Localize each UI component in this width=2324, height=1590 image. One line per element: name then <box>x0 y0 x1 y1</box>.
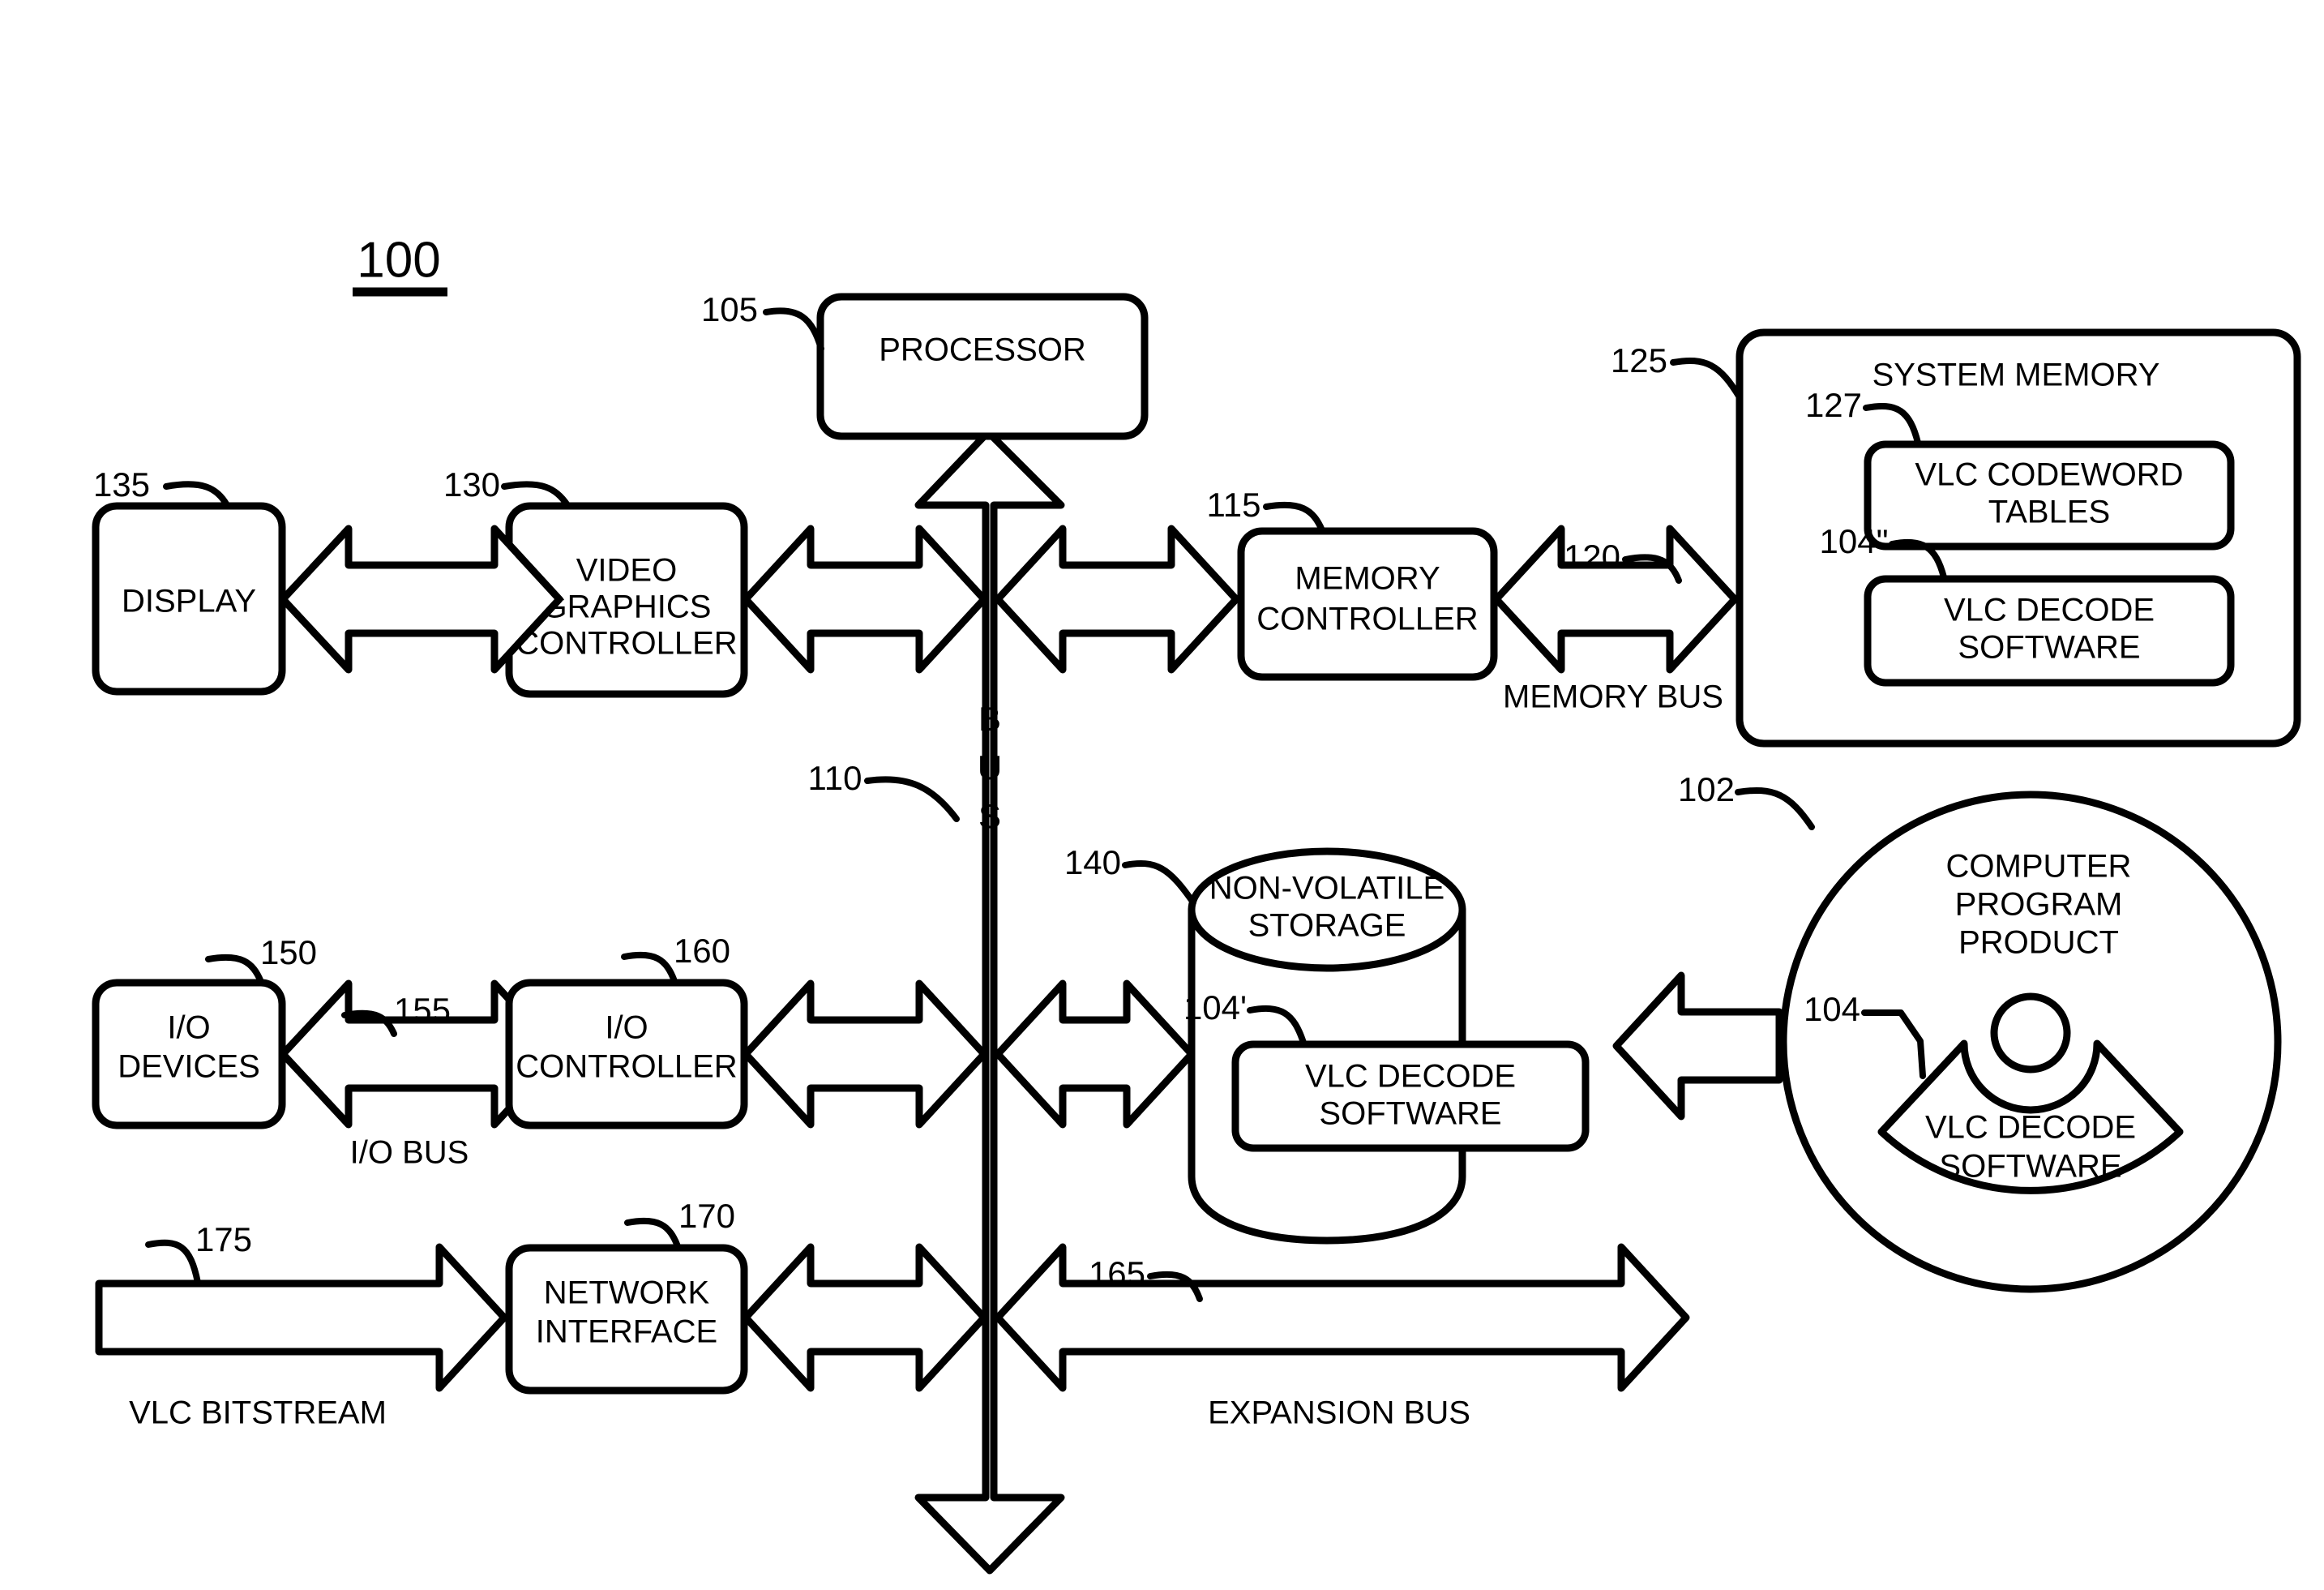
memory-bus-ref: 120 <box>1564 538 1620 576</box>
network-interface-ref: 170 <box>678 1197 735 1235</box>
vlc-decode-sw-disc-line1: VLC DECODE <box>1925 1110 2136 1146</box>
io-devices-label-line1: I/O <box>167 1010 210 1046</box>
io-bus-label: I/O BUS <box>350 1135 469 1171</box>
memory-controller-ref: 115 <box>1207 486 1261 524</box>
io-controller-ref: 160 <box>674 932 730 970</box>
expansion-bus-arrow: 165 EXPANSION BUS <box>994 1243 1690 1431</box>
io-bus-ref: 155 <box>394 991 451 1029</box>
memory-bus-arrow: 120 MEMORY BUS <box>1492 525 1739 715</box>
memory-controller-label-line2: CONTROLLER <box>1256 602 1478 637</box>
cpp-label-line2: PROGRAM <box>1955 887 2123 923</box>
nonvolatile-storage-ref: 140 <box>1064 843 1121 881</box>
expansion-bus-label: EXPANSION BUS <box>1208 1395 1470 1431</box>
system-memory-ref: 125 <box>1611 341 1667 379</box>
disc-hub-hole <box>1990 992 2071 1074</box>
vlc-decode-sw-storage-ref: 104' <box>1183 988 1247 1026</box>
expansion-bus-ref: 165 <box>1089 1254 1145 1292</box>
cpp-label-line1: COMPUTER <box>1946 849 2132 885</box>
cpp-ref: 102 <box>1678 770 1735 808</box>
main-bus-ref: 110 <box>808 759 862 797</box>
io-devices-block: I/O DEVICES 150 <box>92 933 317 1129</box>
vgc-label-line3: CONTROLLER <box>516 626 737 662</box>
vgc-ref: 130 <box>443 465 500 504</box>
display-ref: 135 <box>93 465 150 504</box>
vgc-label-line1: VIDEO <box>576 553 677 589</box>
figure-number: 100 <box>357 232 440 288</box>
nonvolatile-storage-line2: STORAGE <box>1248 908 1406 944</box>
nonvolatile-storage-line1: NON-VOLATILE <box>1209 871 1444 906</box>
memory-controller-label-line1: MEMORY <box>1295 561 1440 597</box>
figure-number-group: 100 <box>353 232 447 297</box>
processor-block: PROCESSOR 105 <box>701 290 1149 440</box>
vlc-codeword-tables-line1: VLC CODEWORD <box>1915 457 2183 493</box>
memory-controller-block: MEMORY CONTROLLER 115 <box>1207 486 1498 681</box>
network-interface-line1: NETWORK <box>544 1275 710 1311</box>
vlc-decode-sw-memory-ref: 104" <box>1820 522 1889 560</box>
vgc-to-bus-arrow <box>742 525 988 674</box>
vlc-codeword-tables-ref: 127 <box>1805 386 1862 424</box>
system-memory-label: SYSTEM MEMORY <box>1872 358 2160 393</box>
io-controller-to-bus-arrow <box>742 979 988 1129</box>
vlc-decode-sw-storage-line2: SOFTWARE <box>1319 1096 1501 1132</box>
main-bus-letter-1: U <box>978 748 1002 786</box>
display-block: DISPLAY 135 <box>92 465 286 696</box>
system-block-diagram: 100 B U S 110 PROCESSOR 105 DISPLAY 135 … <box>92 232 2301 1575</box>
vlc-decode-sw-storage-line1: VLC DECODE <box>1305 1059 1516 1095</box>
vlc-decode-sw-memory-line2: SOFTWARE <box>1958 630 2140 666</box>
main-bus-letter-2: S <box>978 797 1001 835</box>
bus-to-memory-controller-arrow <box>994 525 1240 674</box>
display-label: DISPLAY <box>122 584 256 619</box>
io-devices-label-line2: DEVICES <box>118 1049 260 1085</box>
io-controller-block: I/O CONTROLLER 160 <box>505 932 748 1129</box>
processor-label: PROCESSOR <box>879 332 1086 368</box>
vlc-bitstream-ref: 175 <box>195 1220 252 1258</box>
vlc-codeword-tables-line2: TABLES <box>1988 495 2110 530</box>
vlc-decode-sw-disc-line2: SOFTWARE <box>1939 1149 2121 1185</box>
vlc-bitstream-arrow: 175 VLC BITSTREAM <box>95 1220 508 1431</box>
network-interface-to-bus-arrow <box>742 1243 988 1392</box>
processor-ref: 105 <box>701 290 758 328</box>
network-interface-block: NETWORK INTERFACE 170 <box>505 1197 748 1395</box>
disc-to-storage-arrow <box>1612 971 1783 1121</box>
io-controller-label-line2: CONTROLLER <box>516 1049 737 1085</box>
cpp-label-line3: PRODUCT <box>1958 925 2119 961</box>
vlc-decode-sw-disc-ref: 104 <box>1804 990 1860 1028</box>
io-controller-label-line1: I/O <box>605 1010 648 1046</box>
bus-to-storage-arrow <box>994 979 1196 1129</box>
vlc-bitstream-label: VLC BITSTREAM <box>129 1395 387 1431</box>
main-bus-letter-0: B <box>978 700 1001 738</box>
io-devices-ref: 150 <box>260 933 317 971</box>
figure-canvas: 100 B U S 110 PROCESSOR 105 DISPLAY 135 … <box>0 0 2324 1590</box>
memory-bus-label: MEMORY BUS <box>1503 679 1723 715</box>
vgc-label-line2: GRAPHICS <box>542 589 712 625</box>
display-to-vgc-arrow <box>279 525 563 674</box>
network-interface-line2: INTERFACE <box>536 1314 717 1350</box>
vlc-decode-sw-memory-line1: VLC DECODE <box>1944 593 2155 628</box>
